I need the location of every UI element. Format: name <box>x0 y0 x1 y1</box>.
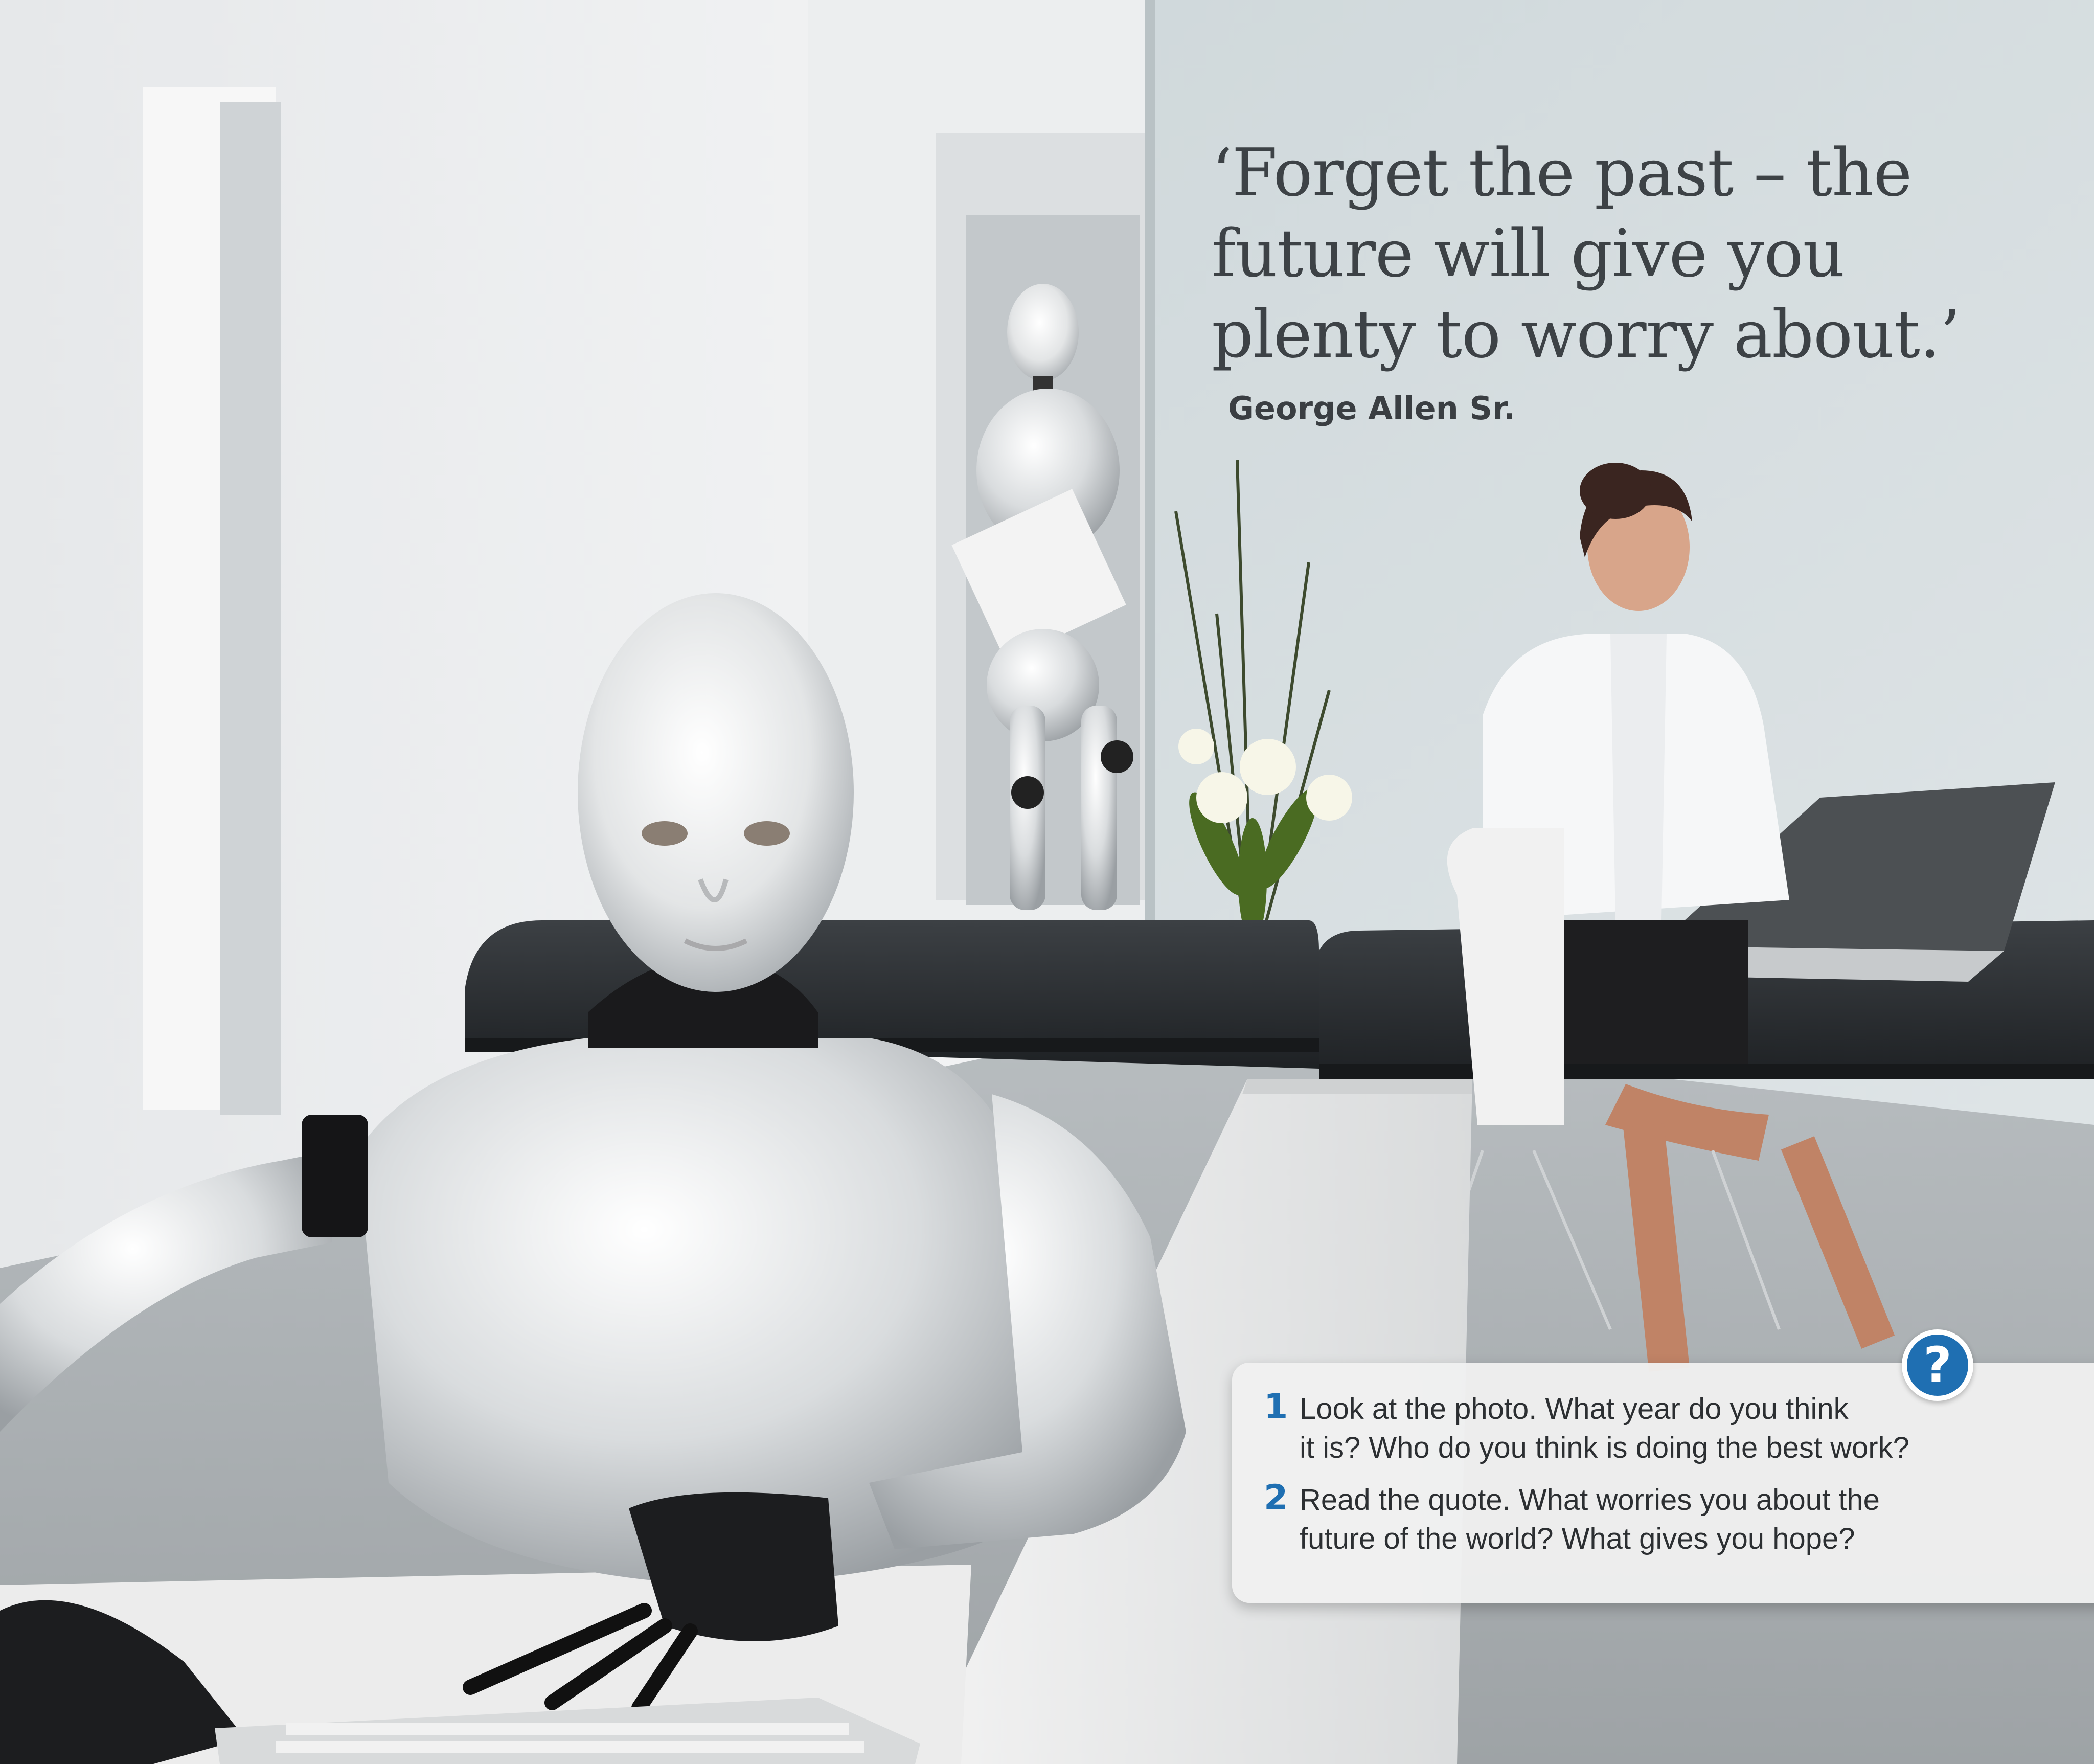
quote-text: ‘Forget the past – the future will give … <box>1212 135 1961 373</box>
question-number: 1 <box>1264 1387 1288 1427</box>
quote-author: George Allen Sr. <box>1228 390 1516 427</box>
question-item-2: 2 Read the quote. What worries you about… <box>1258 1478 2086 1558</box>
question-list: 1 Look at the photo. What year do you th… <box>1258 1387 2086 1572</box>
question-text: Read the quote. What worries you about t… <box>1300 1483 1880 1555</box>
question-text: Look at the photo. What year do you thin… <box>1300 1392 1909 1464</box>
question-number: 2 <box>1264 1478 1288 1518</box>
quote-block: ‘Forget the past – the future will give … <box>1212 133 2030 427</box>
question-item-1: 1 Look at the photo. What year do you th… <box>1258 1387 2086 1467</box>
